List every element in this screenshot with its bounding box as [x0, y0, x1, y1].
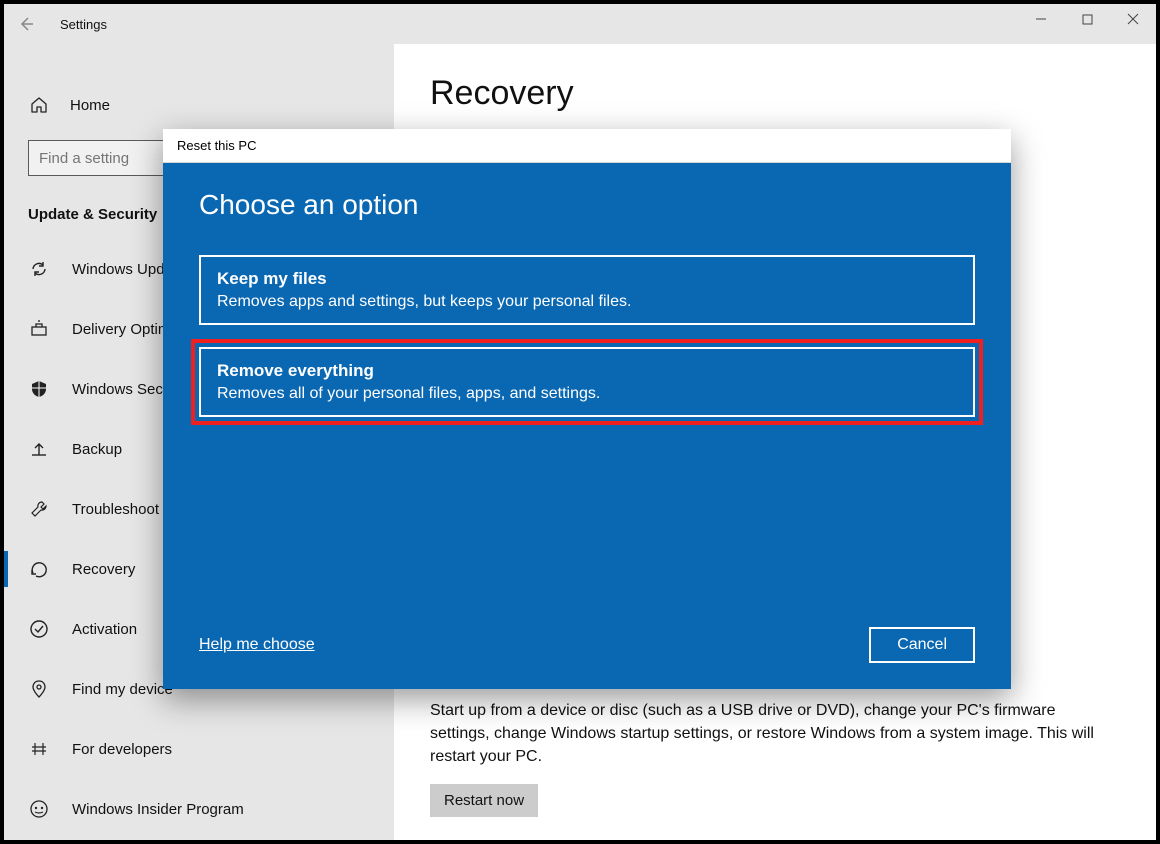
backup-icon — [28, 438, 50, 460]
wrench-icon — [28, 498, 50, 520]
option-title: Remove everything — [217, 361, 957, 381]
delivery-icon — [28, 318, 50, 340]
sidebar-item-label: Backup — [72, 441, 122, 458]
advanced-startup-description: Start up from a device or disc (such as … — [430, 699, 1110, 769]
sidebar-home[interactable]: Home — [4, 84, 394, 126]
sidebar-item-label: Recovery — [72, 561, 135, 578]
option-remove-everything[interactable]: Remove everything Removes all of your pe… — [199, 347, 975, 417]
sidebar-item-label: Activation — [72, 621, 137, 638]
option-description: Removes all of your personal files, apps… — [217, 385, 957, 403]
restart-now-button[interactable]: Restart now — [430, 784, 538, 817]
window-titlebar: Settings — [4, 4, 1156, 44]
reset-pc-dialog: Reset this PC Choose an option Keep my f… — [163, 129, 1011, 689]
sync-icon — [28, 258, 50, 280]
help-me-choose-link[interactable]: Help me choose — [199, 636, 315, 654]
shield-icon — [28, 378, 50, 400]
check-circle-icon — [28, 618, 50, 640]
dialog-title: Choose an option — [199, 189, 975, 221]
page-title: Recovery — [430, 74, 1120, 113]
home-icon — [28, 94, 50, 116]
sidebar-item-label: Find my device — [72, 681, 173, 698]
sidebar-item-windows-insider[interactable]: Windows Insider Program — [4, 779, 394, 839]
window-maximize-button[interactable] — [1064, 4, 1110, 34]
window-title: Settings — [60, 17, 107, 32]
back-button[interactable] — [4, 4, 48, 44]
dialog-header: Reset this PC — [163, 129, 1011, 163]
developers-icon — [28, 738, 50, 760]
sidebar-item-label: For developers — [72, 741, 172, 758]
window-minimize-button[interactable] — [1018, 4, 1064, 34]
insider-icon — [28, 798, 50, 820]
sidebar-item-for-developers[interactable]: For developers — [4, 719, 394, 779]
recovery-icon — [28, 558, 50, 580]
option-keep-my-files[interactable]: Keep my files Removes apps and settings,… — [199, 255, 975, 325]
option-title: Keep my files — [217, 269, 957, 289]
sidebar-home-label: Home — [70, 97, 110, 114]
sidebar-item-label: Troubleshoot — [72, 501, 159, 518]
window-close-button[interactable] — [1110, 4, 1156, 34]
option-description: Removes apps and settings, but keeps you… — [217, 293, 957, 311]
sidebar-item-label: Windows Insider Program — [72, 801, 244, 818]
cancel-button[interactable]: Cancel — [869, 627, 975, 663]
location-icon — [28, 678, 50, 700]
